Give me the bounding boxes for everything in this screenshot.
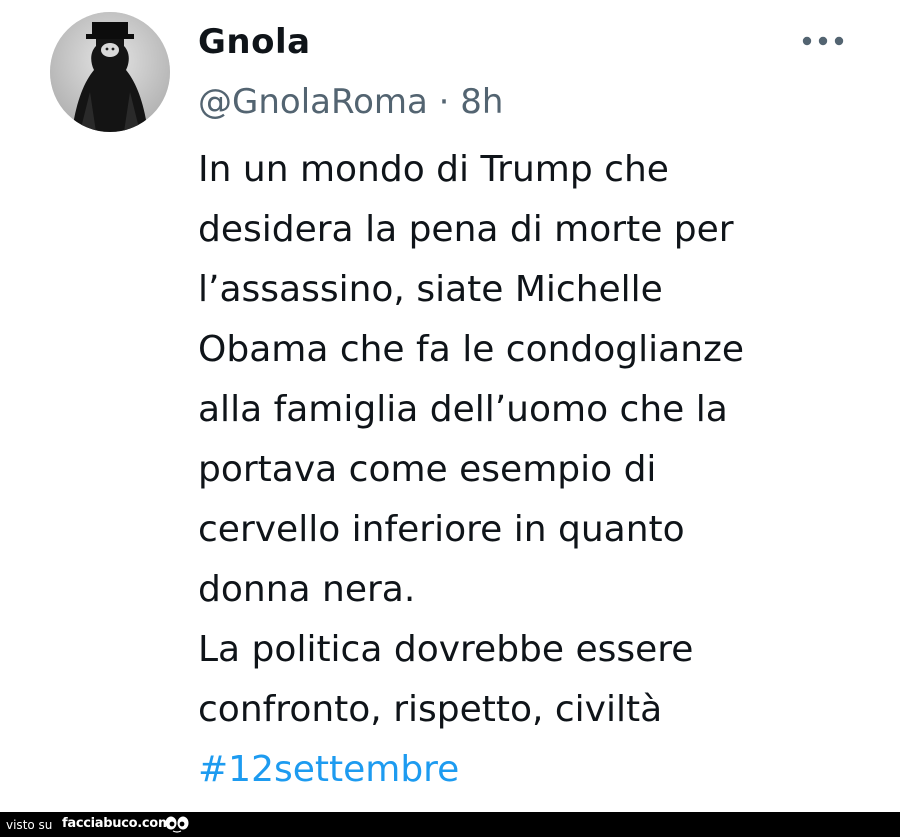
watermark-bar: visto su facciabuco.com xyxy=(0,812,900,837)
more-horizontal-icon[interactable] xyxy=(800,28,846,54)
author-handle[interactable]: @GnolaRoma xyxy=(198,82,428,122)
tweet-text-line: La politica dovrebbe essere xyxy=(198,629,694,670)
tweet-text-line: Obama che fa le condoglianze xyxy=(198,329,745,370)
tweet-text-line: cervello inferiore in quanto xyxy=(198,509,685,550)
tweet-text-line: l’assassino, siate Michelle xyxy=(198,269,663,310)
hashtag-link[interactable]: #12settembre xyxy=(198,749,459,790)
tweet-time[interactable]: 8h xyxy=(460,82,503,122)
tweet-hashtag-line: #12settembre xyxy=(198,740,878,800)
tweet-text-line: alla famiglia dell’uomo che la xyxy=(198,389,728,430)
tweet-text-line: confronto, rispetto, civiltà xyxy=(198,689,663,730)
avatar-hooded-figure-icon xyxy=(50,12,170,132)
author-meta: @GnolaRoma · 8h xyxy=(198,80,503,124)
tweet-text-line: portava come esempio di xyxy=(198,449,657,490)
tweet-text-line: desidera la pena di morte per xyxy=(198,209,734,250)
avatar[interactable] xyxy=(50,12,170,132)
watermark-prefix: visto su xyxy=(6,818,53,832)
tweet-text: In un mondo di Trump che desidera la pen… xyxy=(198,140,878,800)
author-display-name[interactable]: Gnola xyxy=(198,20,311,64)
meta-separator: · xyxy=(438,82,450,122)
tweet-text-line: In un mondo di Trump che xyxy=(198,149,669,190)
eyes-icon xyxy=(165,816,189,833)
tweet-text-line: donna nera. xyxy=(198,569,416,610)
watermark-site[interactable]: facciabuco.com xyxy=(62,816,172,832)
